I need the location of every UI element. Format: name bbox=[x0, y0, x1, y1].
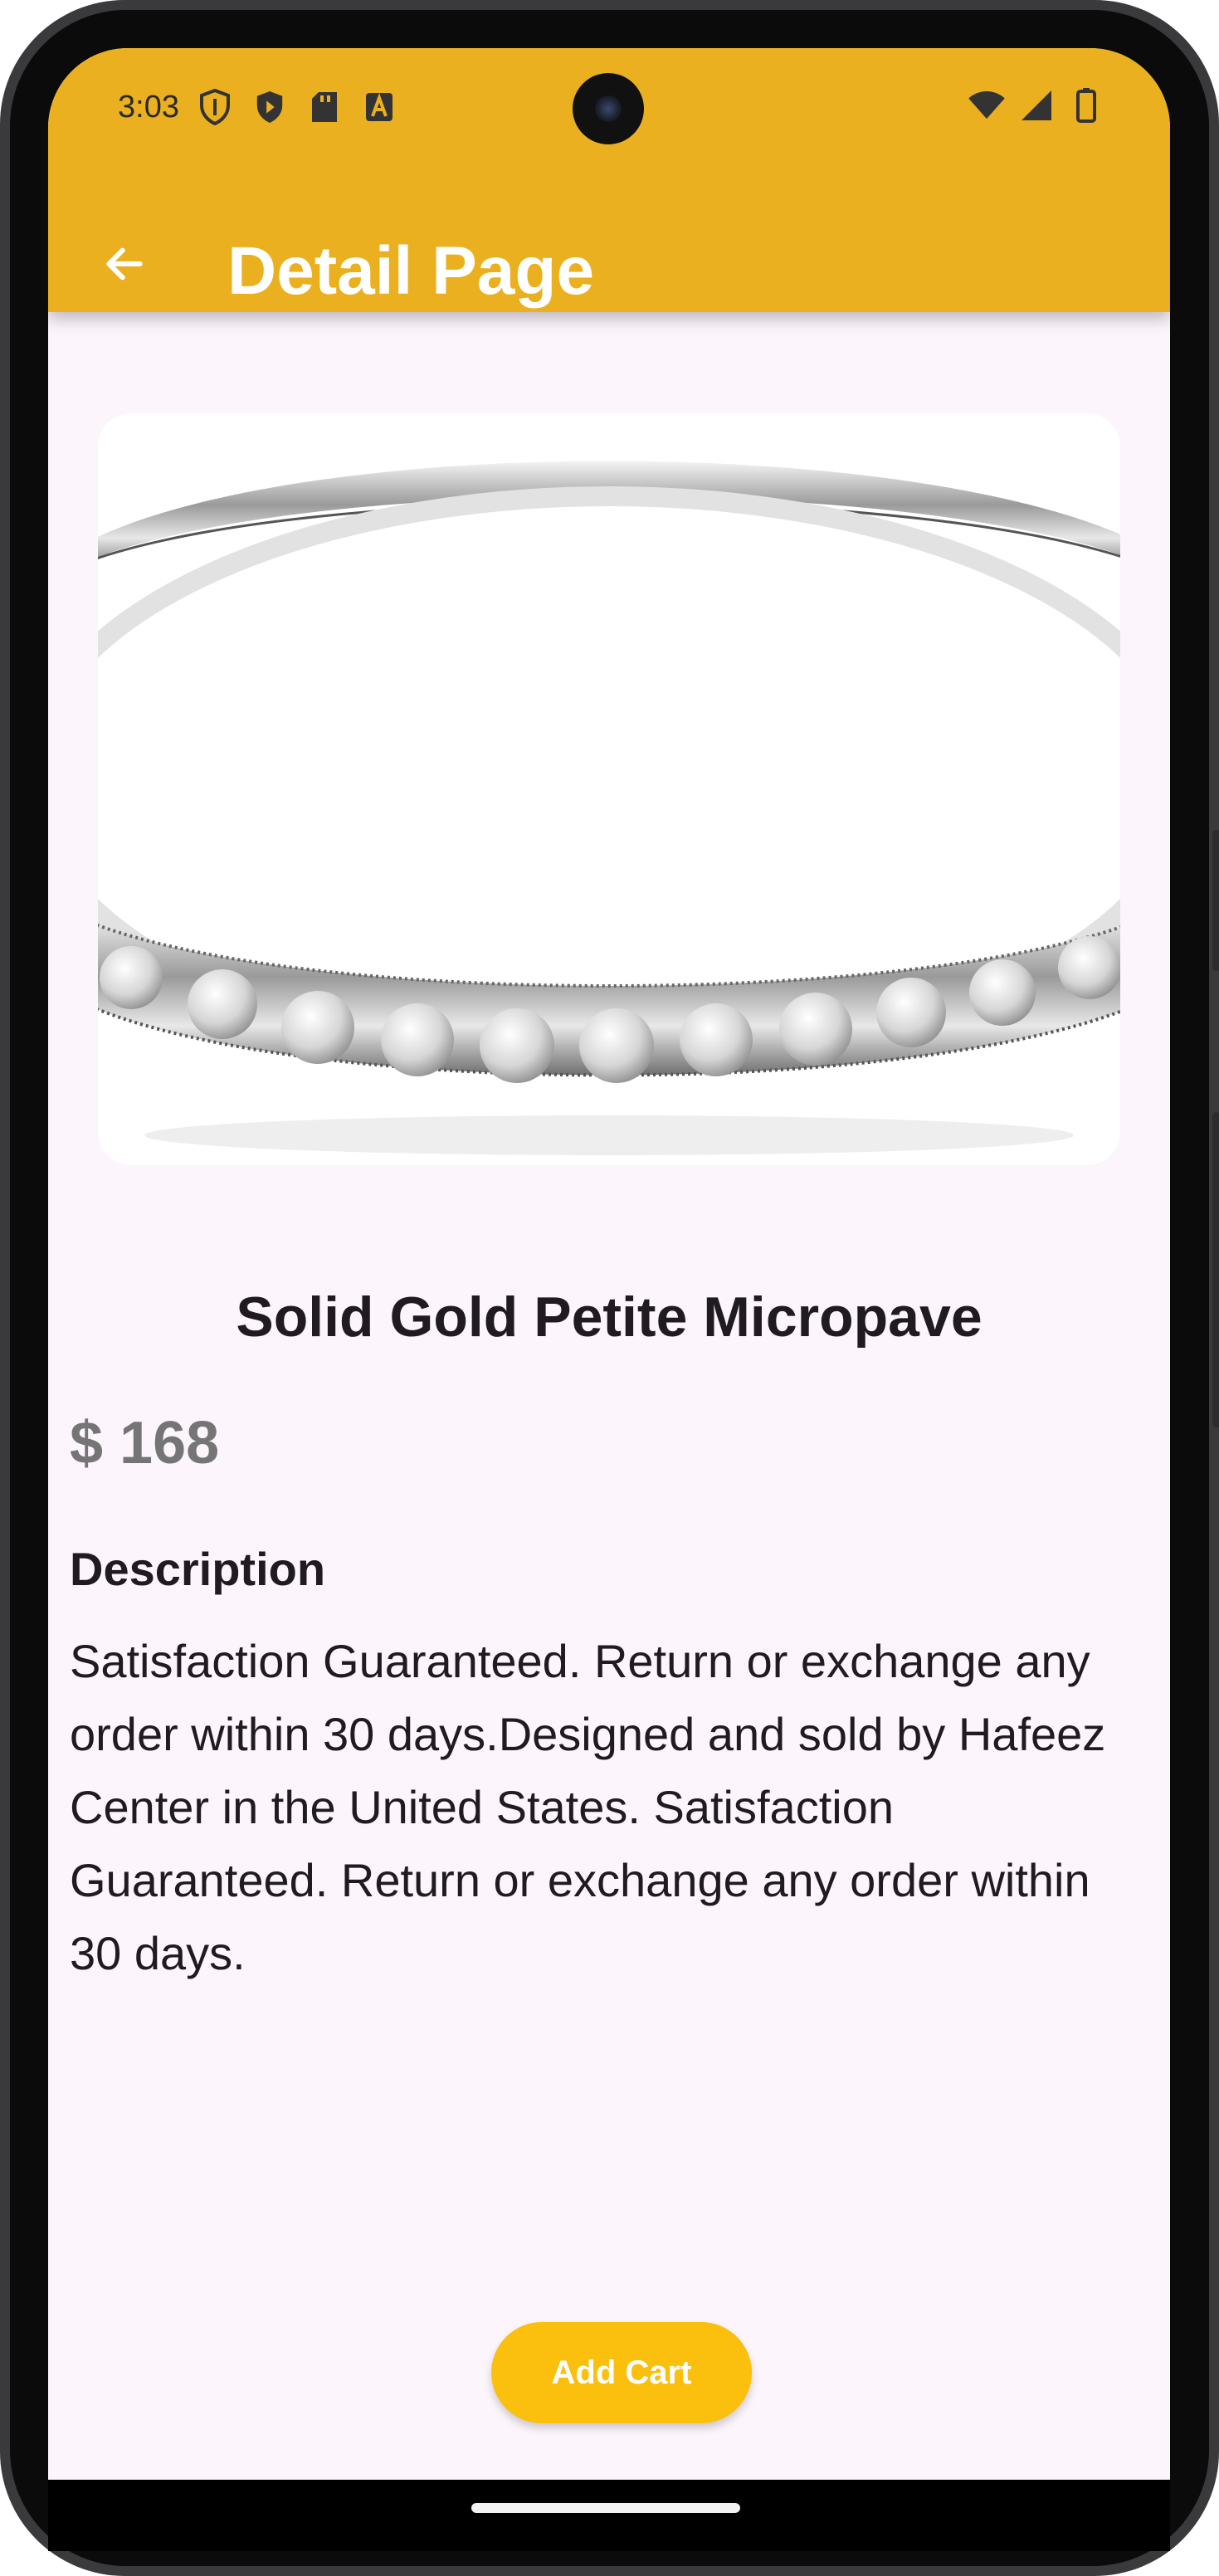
shield-filled-icon bbox=[251, 88, 289, 126]
add-cart-button[interactable]: Add Cart bbox=[491, 2322, 752, 2423]
product-image bbox=[98, 413, 1120, 1165]
wifi-icon bbox=[968, 86, 1006, 124]
status-icons-right bbox=[968, 86, 1105, 124]
signal-icon bbox=[1017, 86, 1056, 124]
status-time: 3:03 bbox=[118, 90, 179, 124]
shield-outline-icon bbox=[196, 88, 234, 126]
status-icons-left bbox=[196, 88, 398, 126]
arrow-left-icon bbox=[106, 247, 143, 281]
screen: 3:03 Detail Page Solid Gold Petite Micro… bbox=[48, 48, 1170, 2480]
font-a-icon bbox=[360, 88, 398, 126]
back-button[interactable] bbox=[91, 231, 158, 297]
page-title: Detail Page bbox=[227, 233, 595, 309]
description-text: Satisfaction Guaranteed. Return or excha… bbox=[70, 1635, 1106, 1979]
sd-card-icon bbox=[305, 88, 344, 126]
gesture-nav-area bbox=[48, 2480, 1170, 2551]
front-camera bbox=[573, 73, 644, 144]
power-button bbox=[1212, 830, 1219, 971]
product-name: Solid Gold Petite Micropave bbox=[236, 1286, 983, 1349]
ring-image bbox=[98, 413, 1120, 1165]
description-heading: Description bbox=[70, 1543, 326, 1595]
volume-button bbox=[1212, 1112, 1219, 1427]
phone-frame: 3:03 Detail Page Solid Gold Petite Micro… bbox=[0, 0, 1219, 2576]
app-bar: 3:03 Detail Page bbox=[48, 48, 1170, 312]
home-indicator[interactable] bbox=[471, 2503, 740, 2513]
battery-icon bbox=[1067, 86, 1105, 124]
product-price: $ 168 bbox=[70, 1410, 220, 1476]
